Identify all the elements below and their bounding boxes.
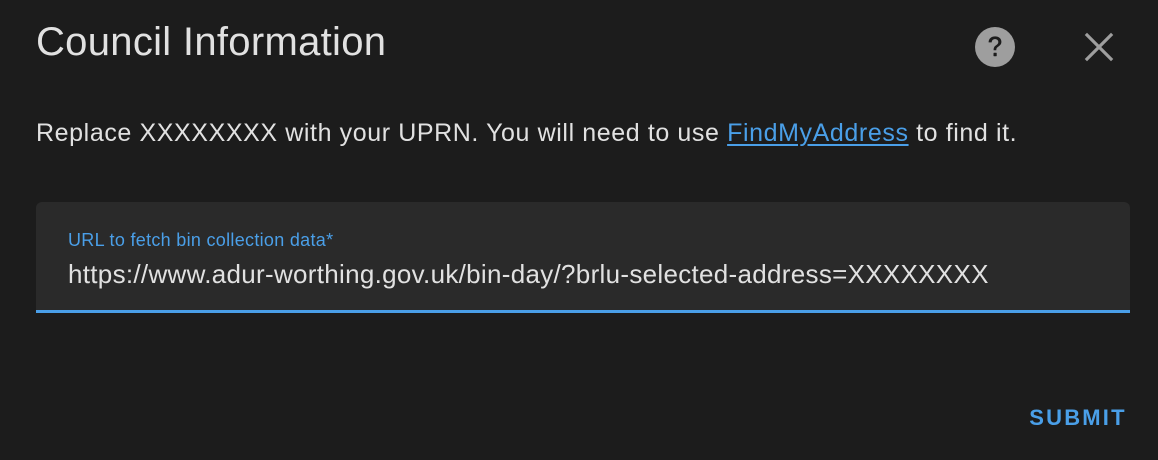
dialog-title: Council Information bbox=[36, 20, 387, 64]
url-input[interactable] bbox=[66, 254, 1108, 294]
close-icon bbox=[1084, 32, 1114, 62]
url-textfield[interactable]: URL to fetch bin collection data* bbox=[36, 202, 1130, 313]
description-text-end: to find it. bbox=[908, 119, 1018, 147]
help-button[interactable] bbox=[975, 27, 1015, 67]
find-my-address-link[interactable]: FindMyAddress bbox=[727, 119, 908, 147]
dialog-description: Replace XXXXXXXX with your UPRN. You wil… bbox=[36, 116, 1017, 150]
url-field-label: URL to fetch bin collection data* bbox=[68, 230, 334, 250]
submit-button[interactable]: SUBMIT bbox=[1016, 396, 1140, 440]
description-text-start: Replace XXXXXXXX with your UPRN. You wil… bbox=[36, 119, 728, 147]
close-button[interactable] bbox=[1078, 26, 1120, 68]
help-circle-icon bbox=[975, 27, 1015, 67]
council-information-dialog: Council Information Replace XXXXXXXX wit… bbox=[0, 0, 1158, 460]
